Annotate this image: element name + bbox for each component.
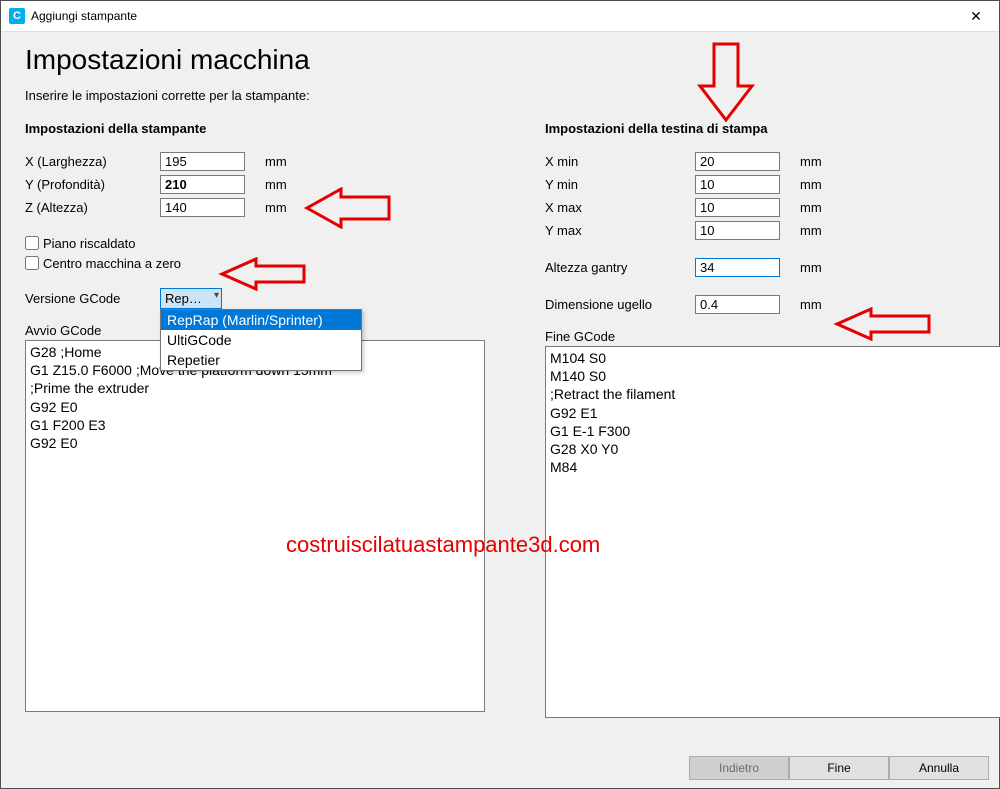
unit-mm: mm	[800, 200, 822, 215]
ymin-row: Y min mm	[545, 173, 1000, 195]
y-depth-label: Y (Profondità)	[25, 177, 160, 192]
gcode-version-select[interactable]: Rep…	[160, 288, 222, 309]
button-bar: Indietro Fine Annulla	[1, 750, 999, 788]
close-icon[interactable]: ✕	[953, 1, 999, 31]
center-zero-label: Centro macchina a zero	[43, 256, 181, 271]
ymax-row: Y max mm	[545, 219, 1000, 241]
nozzle-input[interactable]	[695, 295, 780, 314]
unit-mm: mm	[800, 223, 822, 238]
printer-settings-column: Impostazioni della stampante X (Larghezz…	[25, 121, 485, 721]
page-title: Impostazioni macchina	[25, 44, 975, 76]
unit-mm: mm	[800, 297, 822, 312]
app-icon: C	[9, 8, 25, 24]
content-area: Impostazioni macchina Inserire le impost…	[1, 32, 999, 750]
center-zero-checkbox[interactable]	[25, 256, 39, 270]
window-title: Aggiungi stampante	[31, 9, 953, 23]
gantry-label: Altezza gantry	[545, 260, 695, 275]
gcode-version-label: Versione GCode	[25, 291, 160, 306]
z-height-label: Z (Altezza)	[25, 200, 160, 215]
gcode-version-dropdown: RepRap (Marlin/Sprinter) UltiGCode Repet…	[160, 309, 362, 371]
titlebar: C Aggiungi stampante ✕	[1, 1, 999, 32]
x-width-row: X (Larghezza) mm	[25, 150, 485, 172]
printhead-settings-column: Impostazioni della testina di stampa X m…	[545, 121, 1000, 721]
unit-mm: mm	[265, 177, 287, 192]
xmax-label: X max	[545, 200, 695, 215]
heated-bed-checkbox[interactable]	[25, 236, 39, 250]
gcode-option-repetier[interactable]: Repetier	[161, 350, 361, 370]
start-gcode-textarea[interactable]	[25, 340, 485, 712]
y-depth-row: Y (Profondità) mm	[25, 173, 485, 195]
unit-mm: mm	[800, 260, 822, 275]
gcode-option-reprap[interactable]: RepRap (Marlin/Sprinter)	[161, 310, 361, 330]
ymax-label: Y max	[545, 223, 695, 238]
heated-bed-row: Piano riscaldato	[25, 233, 485, 253]
gantry-row: Altezza gantry mm	[545, 256, 1000, 278]
xmin-row: X min mm	[545, 150, 1000, 172]
ymin-label: Y min	[545, 177, 695, 192]
back-button[interactable]: Indietro	[689, 756, 789, 780]
printer-settings-heading: Impostazioni della stampante	[25, 121, 485, 136]
gantry-input[interactable]	[695, 258, 780, 277]
x-width-label: X (Larghezza)	[25, 154, 160, 169]
page-subtitle: Inserire le impostazioni corrette per la…	[25, 88, 975, 103]
unit-mm: mm	[265, 200, 287, 215]
ymax-input[interactable]	[695, 221, 780, 240]
ymin-input[interactable]	[695, 175, 780, 194]
finish-button[interactable]: Fine	[789, 756, 889, 780]
nozzle-label: Dimensione ugello	[545, 297, 695, 312]
cancel-button[interactable]: Annulla	[889, 756, 989, 780]
x-width-input[interactable]	[160, 152, 245, 171]
unit-mm: mm	[265, 154, 287, 169]
xmax-row: X max mm	[545, 196, 1000, 218]
z-height-row: Z (Altezza) mm	[25, 196, 485, 218]
gcode-version-row: Versione GCode Rep… RepRap (Marlin/Sprin…	[25, 287, 485, 309]
nozzle-row: Dimensione ugello mm	[545, 293, 1000, 315]
xmin-label: X min	[545, 154, 695, 169]
xmax-input[interactable]	[695, 198, 780, 217]
end-gcode-label: Fine GCode	[545, 329, 1000, 344]
center-zero-row: Centro macchina a zero	[25, 253, 485, 273]
unit-mm: mm	[800, 177, 822, 192]
xmin-input[interactable]	[695, 152, 780, 171]
gcode-option-ultigcode[interactable]: UltiGCode	[161, 330, 361, 350]
heated-bed-label: Piano riscaldato	[43, 236, 136, 251]
y-depth-input[interactable]	[160, 175, 245, 194]
printhead-settings-heading: Impostazioni della testina di stampa	[545, 121, 1000, 136]
z-height-input[interactable]	[160, 198, 245, 217]
dialog-window: C Aggiungi stampante ✕ Impostazioni macc…	[0, 0, 1000, 789]
end-gcode-textarea[interactable]	[545, 346, 1000, 718]
unit-mm: mm	[800, 154, 822, 169]
